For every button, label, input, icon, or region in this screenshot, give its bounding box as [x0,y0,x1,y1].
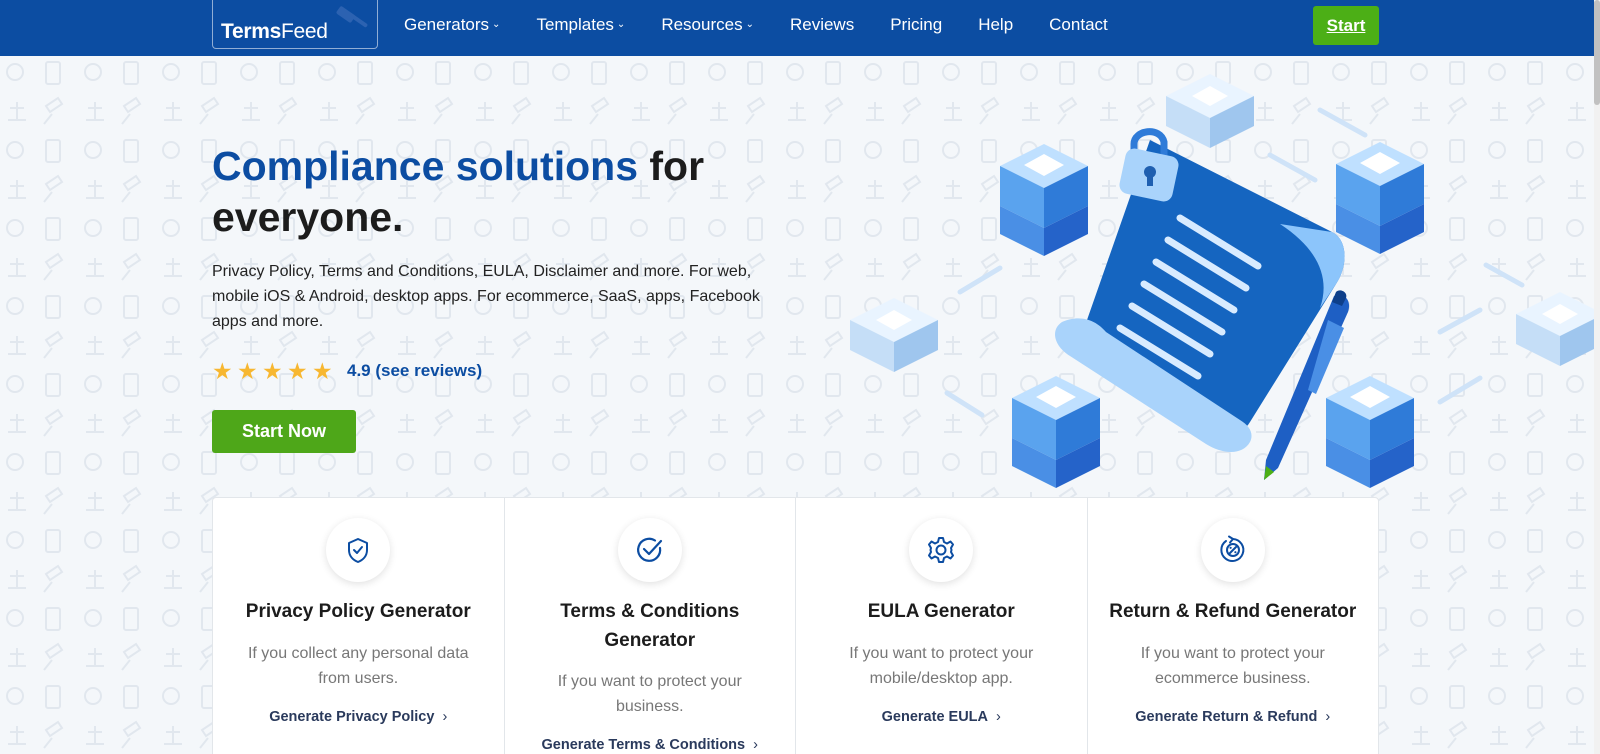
star-icon: ★ [237,358,258,384]
nav-label: Pricing [890,15,943,34]
card-title: Terms & Conditions Generator [560,601,740,651]
generate-privacy-policy-link[interactable]: Generate Privacy Policy › [213,709,504,725]
scrollbar-thumb[interactable] [1594,0,1600,105]
eula-card: EULA Generator If you want to protect yo… [796,498,1088,754]
rating: ★ ★ ★ ★ ★ 4.9 (see reviews) [212,359,482,383]
card-link-label: Generate Terms & Conditions [541,737,746,753]
start-button[interactable]: Start [1313,6,1379,45]
chevron-right-icon: › [442,709,448,725]
nav-help[interactable]: Help [978,15,1013,35]
chevron-right-icon: › [753,737,758,753]
nav-pricing[interactable]: Pricing [890,15,942,35]
nav-label: Reviews [789,15,855,34]
nav-label: Help [978,15,1014,34]
start-now-button[interactable]: Start Now [212,410,356,453]
nav-resources[interactable]: Resources ⌄ [661,15,754,35]
card-description: If you want to protect your ecommerce bu… [1140,645,1325,687]
gear-icon [928,537,955,563]
generate-eula-link[interactable]: Generate EULA › [796,709,1087,725]
page-scrollbar[interactable] [1594,0,1600,754]
card-description: If you want to protect your mobile/deskt… [849,645,1034,687]
generate-return-refund-link[interactable]: Generate Return & Refund › [1088,709,1379,725]
hero-title: Compliance solutions for everyone. [212,141,812,243]
star-icon: ★ [312,358,333,384]
card-link-label: Generate Privacy Policy [269,709,435,725]
see-reviews-link[interactable]: 4.9 (see reviews) [347,361,482,381]
star-icon: ★ [212,358,233,384]
refund-icon [1220,535,1245,562]
termsfeed-logo[interactable]: TermsFeed [212,0,378,49]
main-nav: Generators ⌄ Templates ⌄ Resources ⌄ Review… [404,0,1144,50]
nav-templates[interactable]: Templates ⌄ [536,15,625,35]
star-icon: ★ [287,358,308,384]
nav-label: Templates [536,15,614,34]
hero-title-accent: Compliance solutions [212,143,638,189]
card-icon-circle [617,518,682,582]
compliance-illustration [850,74,1594,488]
card-description: If you collect any personal data from us… [247,645,469,687]
chevron-right-icon: › [1325,709,1331,725]
card-description: If you want to protect your business. [557,673,742,715]
nav-label: Contact [1049,15,1108,34]
chevron-down-icon: ⌄ [616,18,626,30]
star-icon: ★ [262,358,283,384]
chevron-down-icon: ⌄ [745,18,754,30]
card-link-label: Generate EULA [881,709,989,725]
nav-generators[interactable]: Generators ⌄ [404,15,500,35]
card-title: Return & Refund Generator [1109,601,1357,622]
logo-text-bold: Terms [221,20,281,43]
check-circle-icon [636,537,662,562]
card-icon-circle [909,518,974,582]
card-icon-circle [1200,518,1265,582]
card-icon-circle [326,518,391,582]
return-refund-card: Return & Refund Generator If you want to… [1088,498,1379,754]
card-title: EULA Generator [867,601,1015,622]
card-title: Privacy Policy Generator [245,601,471,622]
card-link-label: Generate Return & Refund [1135,709,1318,725]
chevron-right-icon: › [996,709,1001,725]
chevron-down-icon: ⌄ [492,18,501,30]
privacy-policy-card: Privacy Policy Generator If you collect … [213,498,505,754]
logo-gavel-icon [336,6,368,28]
hero-description: Privacy Policy, Terms and Conditions, EU… [212,263,760,330]
terms-conditions-card: Terms & Conditions Generator If you want… [505,498,796,754]
nav-label: Generators [404,15,490,34]
top-navbar: TermsFeed Generators ⌄ Templates ⌄ Resourc… [0,0,1600,56]
generator-cards: Privacy Policy Generator If you collect … [212,497,1379,754]
logo-text-light: Feed [280,20,328,43]
nav-contact[interactable]: Contact [1049,15,1108,35]
nav-reviews[interactable]: Reviews [790,15,854,35]
generate-terms-conditions-link[interactable]: Generate Terms & Conditions › [505,737,796,753]
shield-check-icon [348,538,369,563]
nav-label: Resources [661,15,743,34]
